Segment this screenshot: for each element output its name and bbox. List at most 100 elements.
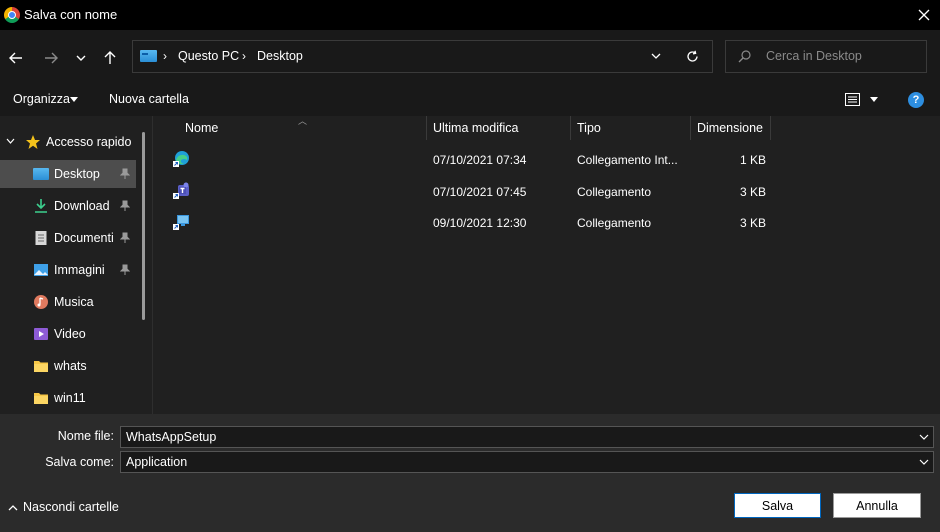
folder-icon [34, 361, 48, 372]
pin-icon [120, 232, 130, 243]
file-modified: 07/10/2021 07:45 [433, 185, 527, 199]
file-modified: 07/10/2021 07:34 [433, 153, 527, 167]
sidebar-item-documenti[interactable]: Documenti [0, 224, 136, 252]
file-type: Collegamento [577, 216, 652, 230]
arrow-left-icon [9, 52, 22, 64]
up-button[interactable] [98, 46, 122, 70]
back-button[interactable] [4, 46, 28, 70]
sidebar-item-label: win11 [54, 391, 86, 405]
save-button[interactable]: Salva [734, 493, 821, 518]
sidebar-item-whats[interactable]: whats [0, 352, 136, 380]
video-icon [34, 328, 48, 340]
search-placeholder: Cerca in Desktop [766, 49, 862, 63]
file-type: Collegamento [577, 185, 652, 199]
close-icon [918, 9, 930, 21]
folder-icon [34, 393, 48, 404]
filename-input[interactable]: WhatsAppSetup [120, 426, 934, 448]
recent-locations-button[interactable] [69, 46, 93, 70]
hide-folders-label: Nascondi cartelle [23, 500, 119, 514]
sidebar-item-desktop[interactable]: Desktop [0, 160, 136, 188]
pane-divider[interactable] [152, 116, 153, 414]
pin-icon [120, 200, 130, 211]
breadcrumb-questo-pc[interactable]: Questo PC [178, 49, 239, 63]
column-separator[interactable] [690, 116, 691, 140]
column-separator[interactable] [570, 116, 571, 140]
table-row[interactable]: 07/10/2021 07:34 Collegamento Int... 1 K… [160, 145, 780, 175]
sidebar-item-immagini[interactable]: Immagini [0, 256, 136, 284]
pin-icon [120, 264, 130, 275]
column-header-modified[interactable]: Ultima modifica [433, 121, 518, 135]
pictures-icon [34, 264, 48, 276]
sidebar-item-musica[interactable]: Musica [0, 288, 136, 316]
pin-icon [120, 168, 130, 179]
sidebar-item-label: Video [54, 327, 86, 341]
table-row[interactable]: 09/10/2021 12:30 Collegamento 3 KB [160, 208, 780, 238]
sort-ascending-icon: ︿ [298, 116, 308, 126]
search-icon [738, 50, 751, 66]
filename-value: WhatsAppSetup [126, 430, 217, 444]
savetype-select[interactable]: Application [120, 451, 934, 473]
close-button[interactable] [908, 0, 940, 30]
sidebar-item-label: Download [54, 199, 110, 213]
forward-button[interactable] [39, 46, 63, 70]
arrow-up-icon [104, 51, 116, 64]
chevron-down-icon[interactable] [919, 457, 929, 467]
organize-button[interactable]: Organizza [13, 92, 70, 106]
sidebar-item-label: whats [54, 359, 87, 373]
file-size: 3 KB [740, 185, 767, 199]
breadcrumb-desktop[interactable]: Desktop [257, 49, 303, 63]
sidebar-item-download[interactable]: Download [0, 192, 136, 220]
refresh-icon [686, 50, 698, 62]
cancel-button[interactable]: Annulla [833, 493, 921, 518]
window-title: Salva con nome [24, 7, 118, 22]
column-separator[interactable] [770, 116, 771, 140]
chevron-up-icon [8, 505, 18, 511]
remote-desktop-shortcut-icon [173, 215, 189, 230]
title-bar [0, 0, 940, 30]
new-folder-button[interactable]: Nuova cartella [109, 92, 189, 106]
star-icon [26, 135, 40, 149]
document-icon [35, 231, 47, 245]
chevron-down-icon [76, 55, 86, 61]
navigation-scrollbar[interactable] [142, 132, 145, 320]
chevron-down-icon [6, 138, 15, 144]
breadcrumb-separator: › [242, 49, 246, 63]
computer-icon [140, 50, 157, 62]
teams-shortcut-icon [173, 182, 189, 199]
view-options-icon[interactable] [845, 93, 860, 106]
file-modified: 09/10/2021 12:30 [433, 216, 527, 230]
column-separator[interactable] [426, 116, 427, 140]
file-type: Collegamento Int... [577, 153, 678, 167]
sidebar-item-label: Immagini [54, 263, 105, 277]
sidebar-item-label: Desktop [54, 167, 100, 181]
file-size: 1 KB [740, 153, 767, 167]
help-icon[interactable]: ? [908, 92, 924, 108]
sidebar-item-video[interactable]: Video [0, 320, 136, 348]
sidebar-item-win11[interactable]: win11 [0, 384, 136, 412]
breadcrumb-separator: › [163, 49, 167, 63]
edge-shortcut-icon [173, 151, 189, 167]
column-header-size[interactable]: Dimensione [697, 121, 763, 135]
chevron-down-icon[interactable] [919, 432, 929, 442]
music-icon [34, 295, 48, 309]
savetype-value: Application [126, 455, 188, 469]
filename-label: Nome file: [57, 429, 114, 443]
caret-down-icon [70, 97, 78, 102]
arrow-right-icon [45, 52, 58, 64]
caret-down-icon[interactable] [870, 97, 878, 102]
savetype-label: Salva come: [45, 455, 114, 469]
table-row[interactable]: 07/10/2021 07:45 Collegamento 3 KB [160, 177, 780, 207]
chevron-down-icon [651, 53, 661, 59]
column-header-name[interactable]: Nome [185, 121, 218, 135]
sidebar-item-accesso-rapido[interactable]: Accesso rapido [0, 128, 136, 156]
download-icon [35, 199, 47, 213]
file-size: 3 KB [740, 216, 767, 230]
sidebar-item-label: Documenti [54, 231, 114, 245]
address-dropdown-button[interactable] [648, 48, 664, 64]
hide-folders-button[interactable]: Nascondi cartelle [8, 500, 119, 514]
column-header-type[interactable]: Tipo [577, 121, 601, 135]
sidebar-item-label: Accesso rapido [46, 135, 132, 149]
desktop-icon [33, 168, 49, 180]
refresh-button[interactable] [684, 48, 700, 64]
chrome-icon [4, 7, 20, 23]
